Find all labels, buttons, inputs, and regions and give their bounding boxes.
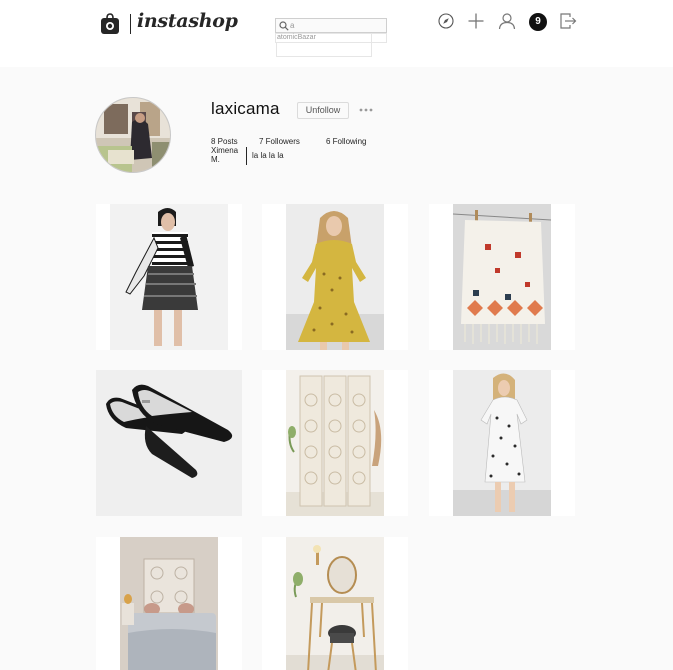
app-logo-text[interactable]: instashop — [137, 10, 238, 32]
compass-icon[interactable] — [438, 13, 454, 29]
profile-avatar[interactable] — [95, 97, 171, 173]
search-input[interactable] — [290, 19, 382, 32]
posts-count: 8 Posts — [211, 137, 238, 146]
profile-full-name: Ximena M. — [211, 146, 239, 164]
post-image — [262, 370, 408, 516]
dropdown-edge — [372, 33, 387, 43]
post-thumbnail[interactable] — [262, 370, 408, 516]
post-image — [262, 537, 408, 670]
post-image — [429, 204, 575, 350]
user-icon[interactable] — [498, 12, 516, 30]
profile-bio: la la la la — [252, 151, 284, 160]
logout-icon[interactable] — [559, 12, 577, 30]
post-thumbnail[interactable] — [262, 204, 408, 350]
shopping-bag-camera-icon[interactable] — [100, 13, 120, 35]
ellipsis-icon[interactable] — [358, 105, 374, 115]
plus-icon[interactable] — [467, 12, 485, 30]
post-image — [96, 370, 242, 516]
post-thumbnail[interactable] — [96, 204, 242, 350]
post-thumbnail[interactable] — [96, 370, 242, 516]
profile-username: laxicama — [211, 99, 280, 118]
search-bar[interactable] — [275, 18, 387, 33]
post-image — [429, 370, 575, 516]
post-thumbnail[interactable] — [429, 204, 575, 350]
unfollow-button[interactable]: Unfollow — [297, 102, 349, 119]
post-thumbnail[interactable] — [429, 370, 575, 516]
post-image — [262, 204, 408, 350]
post-image — [96, 204, 242, 350]
post-image — [96, 537, 242, 670]
top-nav-bar: instashop atomicBazar 9 — [0, 0, 673, 67]
search-suggestions-dropdown: atomicBazar — [275, 33, 387, 57]
post-thumbnail[interactable] — [96, 537, 242, 670]
post-thumbnail[interactable] — [262, 537, 408, 670]
search-suggestion[interactable]: atomicBazar — [275, 33, 372, 43]
bio-divider — [246, 147, 247, 165]
notification-badge[interactable]: 9 — [529, 13, 547, 31]
following-count[interactable]: 6 Following — [326, 137, 366, 146]
logo-divider — [130, 14, 131, 34]
search-suggestion[interactable] — [276, 43, 372, 57]
followers-count[interactable]: 7 Followers — [259, 137, 300, 146]
search-icon — [279, 21, 289, 31]
